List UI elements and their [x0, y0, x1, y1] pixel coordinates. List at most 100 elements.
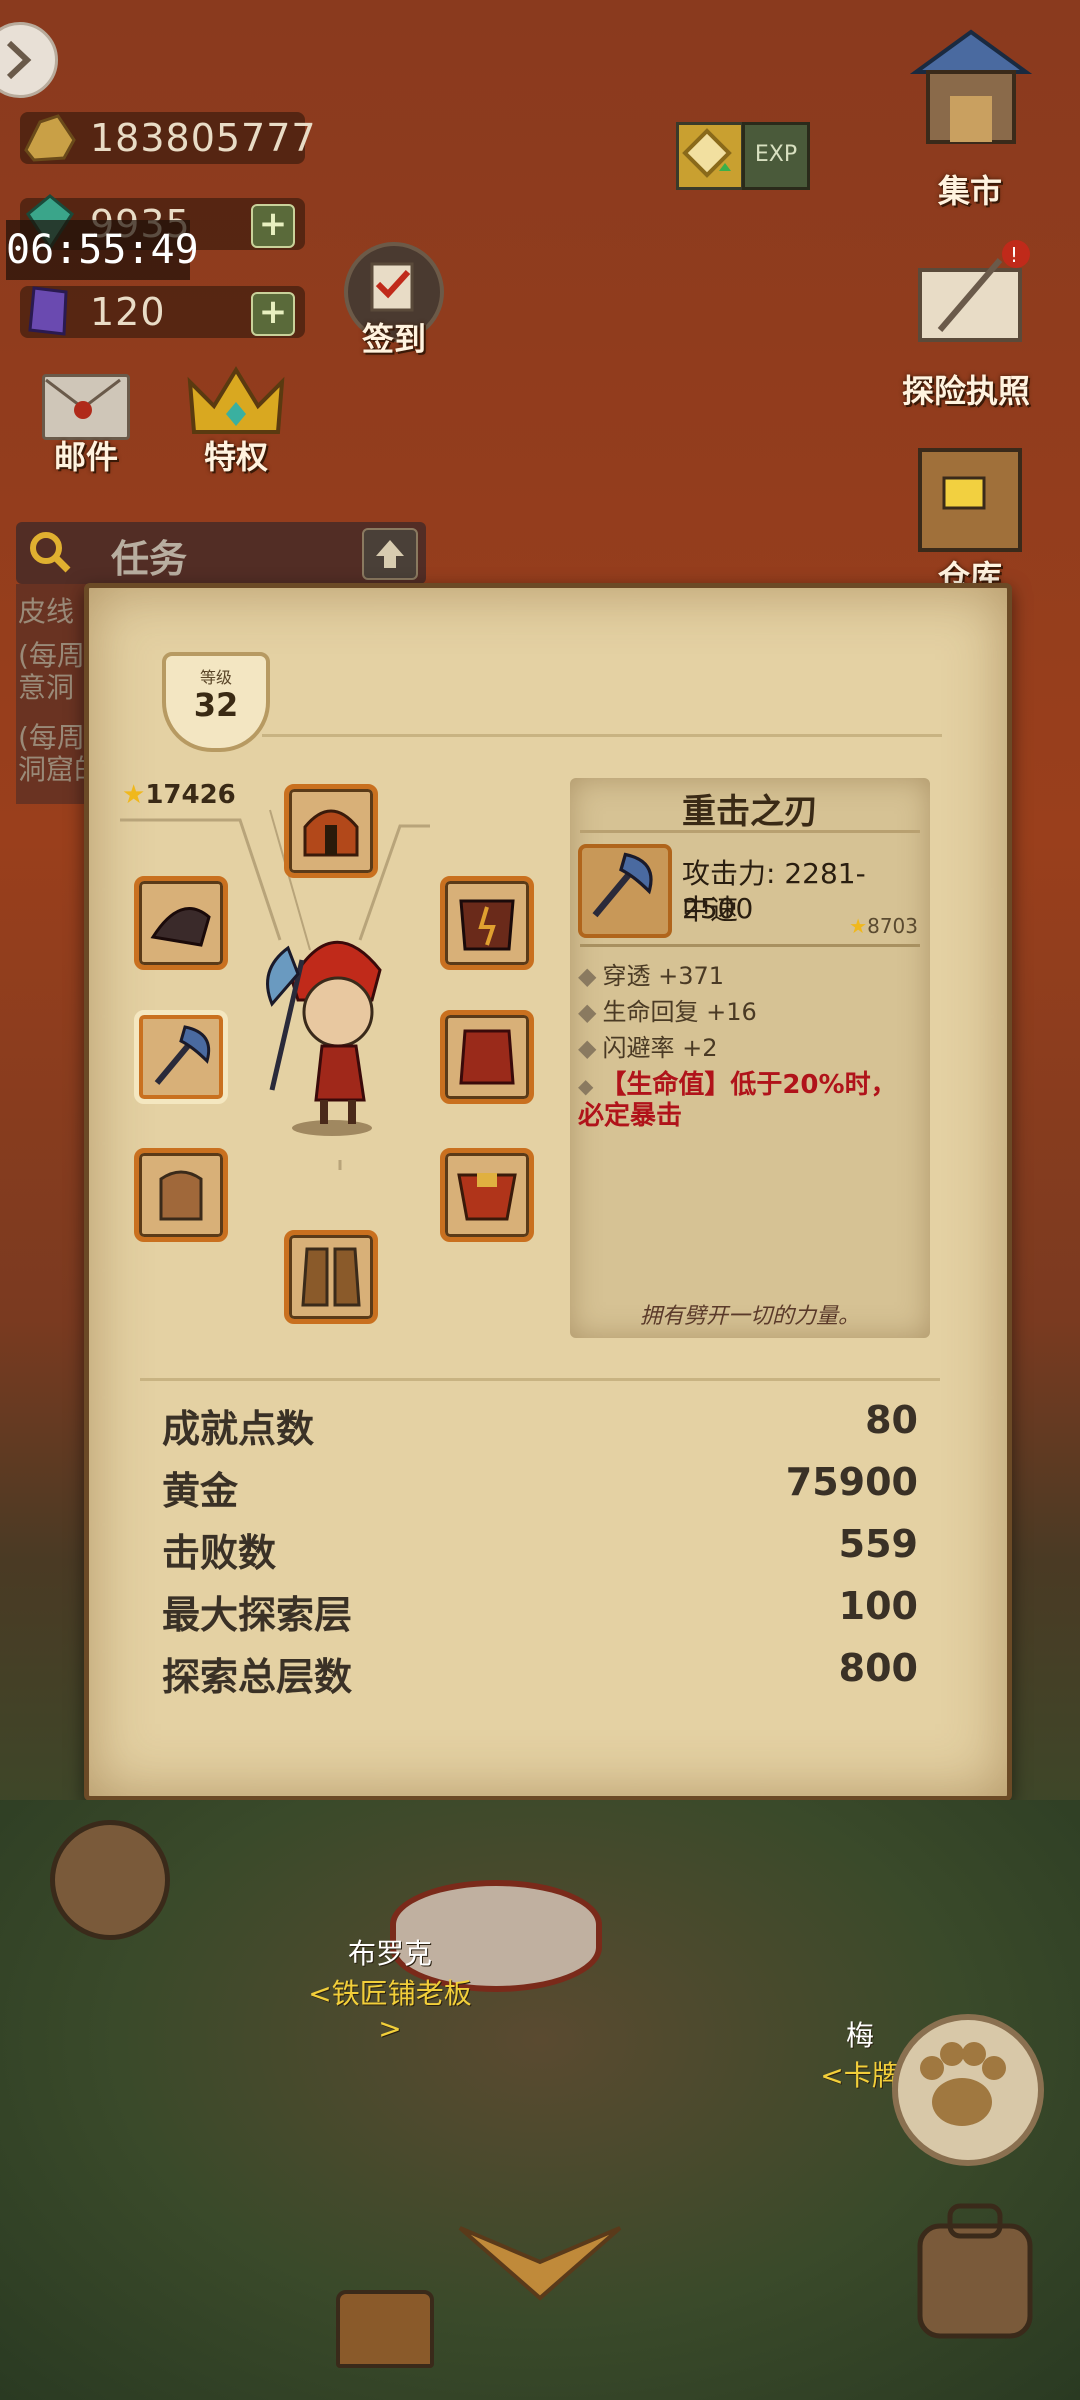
- task-collapse-button[interactable]: [362, 528, 418, 580]
- item-stat-text: 穿透 +371: [602, 962, 725, 990]
- item-stat: ◆ 生命回复 +16: [578, 992, 757, 1027]
- diamond-bullet-icon: ◆: [578, 1034, 597, 1062]
- summary-value: 75900: [785, 1460, 918, 1504]
- license-label: 探险执照: [901, 372, 1030, 410]
- summary-row: 最大探索层 100: [162, 1584, 918, 1640]
- chevron-right-icon: [6, 40, 32, 80]
- summary-label: 探索总层数: [162, 1655, 353, 1699]
- summary-label: 击败数: [162, 1531, 277, 1575]
- market-label: 集市: [937, 172, 1002, 210]
- npc-card-name: 梅: [845, 2019, 874, 2052]
- task-bar[interactable]: 任务: [16, 522, 426, 584]
- bottom-divider: [140, 1378, 940, 1381]
- slot-shoulder[interactable]: [134, 876, 228, 970]
- exp-button[interactable]: EXP: [742, 122, 810, 190]
- item-special-text: 【生命值】低于20%时，必定暴击: [578, 1070, 897, 1131]
- helmet-icon: [303, 809, 359, 857]
- slot-belt[interactable]: [440, 1148, 534, 1242]
- market-stall-icon: [909, 29, 1033, 144]
- add-crystals-button[interactable]: +: [251, 292, 295, 336]
- back-button[interactable]: [0, 22, 58, 98]
- crystal-counter: 120 +: [20, 286, 305, 338]
- privilege-label: 特权: [203, 438, 268, 476]
- slot-boots[interactable]: [284, 1230, 378, 1324]
- slot-armor[interactable]: [440, 876, 534, 970]
- top-divider: [262, 734, 942, 737]
- item-power-value: 8703: [867, 914, 918, 938]
- scroll-quill-icon: !: [918, 240, 1030, 342]
- summary-label: 最大探索层: [162, 1593, 353, 1637]
- gold-icon: [24, 114, 76, 162]
- summary-value: 559: [838, 1522, 918, 1566]
- item-name: 重击之刃: [682, 792, 818, 832]
- checklist-icon: [370, 262, 414, 312]
- task-line: 皮线: [18, 595, 75, 628]
- crystal-card-icon: [28, 286, 68, 336]
- task-label: 任务: [111, 537, 188, 581]
- npc-blacksmith-label: 布罗克 <铁匠铺老板>: [300, 1932, 480, 2045]
- upgrade-button[interactable]: [676, 122, 744, 190]
- slot-weapon[interactable]: [134, 1010, 228, 1104]
- mail-label: 邮件: [53, 438, 118, 476]
- axe-icon: [154, 1025, 211, 1085]
- diamond-bullet-icon: ◆: [578, 1074, 601, 1098]
- crystal-value: 120: [90, 290, 166, 334]
- item-detail-panel: 重击之刃 攻击力: 2281-2500 中速 ★8703 ◆ 穿透 +371 ◆ 生…: [570, 778, 930, 1338]
- treasure-chest: [336, 2290, 434, 2368]
- npc-blacksmith-name: 布罗克: [347, 1937, 432, 1970]
- clock-overlay: 06:55:49: [6, 220, 199, 280]
- warehouse-icon: [918, 448, 1022, 552]
- gold-counter: 183805777: [20, 112, 316, 164]
- market-button[interactable]: [906, 22, 1036, 162]
- pet-paw-button[interactable]: [892, 2014, 1044, 2166]
- search-icon: [30, 532, 71, 573]
- scroll-down-arrow[interactable]: [450, 2218, 630, 2308]
- arrow-up-icon: [376, 540, 404, 568]
- shoulder-guard-icon: [150, 907, 211, 947]
- boots-icon: [301, 1247, 361, 1307]
- backpack-button[interactable]: [900, 2196, 1050, 2346]
- item-speed: 中速: [682, 893, 739, 926]
- checkin-label: 签到: [361, 320, 426, 358]
- slot-gloves[interactable]: [134, 1148, 228, 1242]
- license-button[interactable]: !: [900, 240, 1040, 360]
- add-gems-button[interactable]: +: [251, 204, 295, 248]
- npc-blacksmith-role: <铁匠铺老板>: [308, 1977, 472, 2045]
- summary-label: 成就点数: [162, 1407, 315, 1451]
- npc-card-role: <卡牌: [820, 2059, 900, 2092]
- item-stat-text: 闪避率 +2: [602, 1034, 718, 1062]
- item-special-effect: ◆ 【生命值】低于20%时，必定暴击: [578, 1070, 918, 1131]
- summary-row: 成就点数 80: [162, 1398, 918, 1454]
- star-icon: ★: [849, 914, 868, 938]
- summary-row: 击败数 559: [162, 1522, 918, 1578]
- level-title: 等级: [199, 668, 232, 687]
- gold-value: 183805777: [90, 116, 317, 160]
- diamond-bullet-icon: ◆: [578, 998, 597, 1026]
- level-value: 32: [193, 686, 239, 724]
- item-stat: ◆ 闪避率 +2: [578, 1028, 717, 1063]
- slot-helmet[interactable]: [284, 784, 378, 878]
- warehouse-button[interactable]: [900, 430, 1040, 560]
- slot-cape[interactable]: [440, 1010, 534, 1104]
- item-stat-divider: [580, 944, 920, 947]
- diamond-arrow-icon: [682, 128, 732, 178]
- exp-label: EXP: [754, 142, 798, 167]
- level-badge: 等级 32: [162, 652, 270, 752]
- diamond-bullet-icon: ◆: [578, 962, 597, 990]
- backpack-icon: [917, 2203, 1033, 2339]
- envelope-icon: [45, 378, 121, 419]
- privilege-button[interactable]: [186, 362, 286, 442]
- npc-card-label: 梅 <卡牌: [820, 2014, 900, 2094]
- crown-icon: [187, 366, 285, 434]
- belt-icon: [457, 1173, 517, 1221]
- item-flavor-text: 拥有劈开一切的力量。: [639, 1304, 860, 1329]
- item-power: ★8703: [849, 914, 918, 938]
- item-icon-frame: [578, 844, 672, 938]
- summary-value: 80: [865, 1398, 918, 1442]
- gloves-icon: [159, 1170, 203, 1221]
- mail-button[interactable]: [42, 374, 130, 440]
- character-portrait: [266, 941, 382, 1136]
- item-title-divider: [580, 830, 920, 833]
- summary-value: 100: [838, 1584, 918, 1628]
- summary-value: 800: [838, 1646, 918, 1690]
